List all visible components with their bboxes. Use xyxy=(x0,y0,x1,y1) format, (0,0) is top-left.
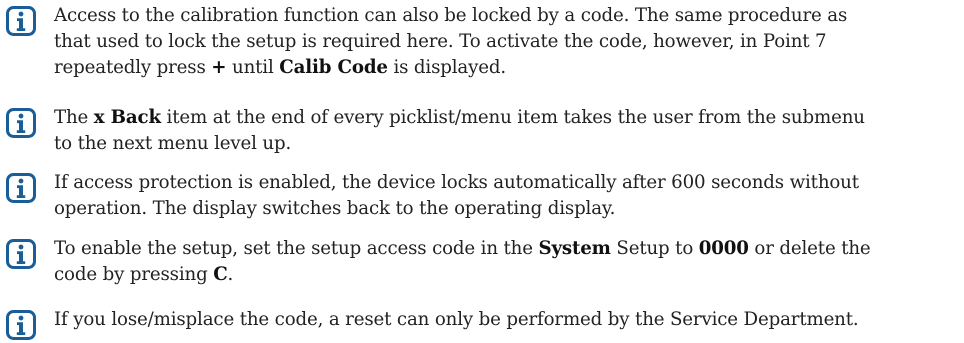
text-run: Access to the calibration function can a… xyxy=(54,5,848,26)
note-line: To enable the setup, set the setup acces… xyxy=(54,236,959,262)
text-run: repeatedly press xyxy=(54,57,212,78)
bold-term: Calib Code xyxy=(279,57,388,78)
info-icon xyxy=(6,173,36,203)
note-line: operation. The display switches back to … xyxy=(54,196,959,222)
text-run: operation. The display switches back to … xyxy=(54,198,616,219)
text-run: To enable the setup, set the setup acces… xyxy=(54,238,539,259)
note-line: repeatedly press + until Calib Code is d… xyxy=(54,55,959,81)
bold-term: System xyxy=(538,238,611,259)
text-run: If access protection is enabled, the dev… xyxy=(54,172,859,193)
note-line: If you lose/misplace the code, a reset c… xyxy=(54,307,959,333)
note-text: If access protection is enabled, the dev… xyxy=(54,170,959,222)
text-run: item at the end of every picklist/menu i… xyxy=(160,107,865,128)
bold-term: + xyxy=(211,57,227,78)
text-run: code by pressing xyxy=(54,264,214,285)
text-run: that used to lock the setup is required … xyxy=(54,31,827,52)
text-run: until xyxy=(226,57,280,78)
note-line: If access protection is enabled, the dev… xyxy=(54,170,959,196)
info-icon xyxy=(6,6,36,36)
note-line: code by pressing C. xyxy=(54,262,959,288)
note-line: Access to the calibration function can a… xyxy=(54,3,959,29)
text-run: . xyxy=(227,264,234,285)
note-line: that used to lock the setup is required … xyxy=(54,29,959,55)
text-run: is displayed. xyxy=(387,57,506,78)
info-icon xyxy=(6,310,36,340)
note-line: The x Back item at the end of every pick… xyxy=(54,105,959,131)
note-line: to the next menu level up. xyxy=(54,131,959,157)
note-text: To enable the setup, set the setup acces… xyxy=(54,236,959,288)
text-run: Setup to xyxy=(610,238,699,259)
bold-term: 0000 xyxy=(698,238,749,259)
note-text: If you lose/misplace the code, a reset c… xyxy=(54,307,959,333)
info-icon xyxy=(6,239,36,269)
info-icon xyxy=(6,108,36,138)
bold-term: C xyxy=(213,264,228,285)
note-text: The x Back item at the end of every pick… xyxy=(54,105,959,157)
text-run: to the next menu level up. xyxy=(54,133,292,154)
text-run: or delete the xyxy=(748,238,871,259)
text-run: If you lose/misplace the code, a reset c… xyxy=(54,309,859,330)
bold-term: x Back xyxy=(93,107,161,128)
note-text: Access to the calibration function can a… xyxy=(54,3,959,81)
text-run: The xyxy=(54,107,94,128)
